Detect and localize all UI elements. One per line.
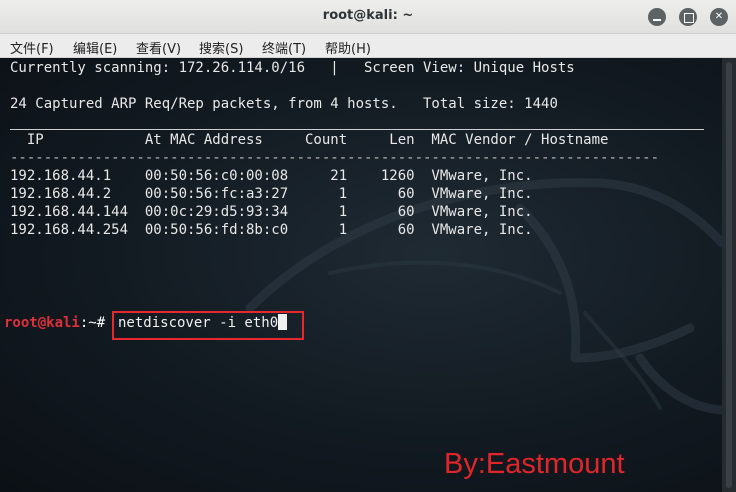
command-input[interactable]: netdiscover -i eth0: [118, 314, 288, 332]
capture-summary-line: 24 Captured ARP Req/Rep packets, from 4 …: [10, 96, 558, 112]
author-watermark: By:Eastmount: [444, 448, 625, 480]
menu-edit[interactable]: 编辑(E): [73, 38, 117, 57]
menu-file[interactable]: 文件(F): [10, 38, 54, 57]
text-cursor: [278, 314, 288, 330]
scan-status-line: Currently scanning: 172.26.114.0/16 | Sc…: [10, 60, 575, 76]
table-row: 192.168.44.144 00:0c:29:d5:93:34 1 60 VM…: [10, 204, 533, 220]
scrollbar-thumb[interactable]: [726, 62, 732, 488]
prompt-path: ~#: [88, 315, 106, 331]
prompt-user-host: root@kali: [4, 315, 80, 331]
maximize-icon[interactable]: [679, 8, 697, 26]
close-icon[interactable]: ✕: [710, 8, 728, 26]
menu-help[interactable]: 帮助(H): [325, 38, 371, 57]
terminal-scrollbar[interactable]: [722, 58, 736, 492]
header-dash-divider: ----------------------------------------…: [10, 150, 660, 166]
command-text: netdiscover -i eth0: [118, 315, 279, 331]
kali-dragon-background: [245, 178, 722, 415]
menu-bar: 文件(F) 编辑(E) 查看(V) 搜索(S) 终端(T) 帮助(H): [0, 34, 736, 58]
menu-terminal[interactable]: 终端(T): [262, 38, 306, 57]
title-bar[interactable]: root@kali: ~ ✕: [0, 0, 736, 34]
menu-search[interactable]: 搜索(S): [199, 38, 243, 57]
menu-view[interactable]: 查看(V): [136, 38, 181, 57]
table-row: 192.168.44.2 00:50:56:fc:a3:27 1 60 VMwa…: [10, 186, 533, 202]
minimize-icon[interactable]: [648, 8, 666, 26]
shell-prompt: root@kali:~#: [4, 314, 105, 332]
table-header: IP At MAC Address Count Len MAC Vendor /…: [10, 132, 609, 148]
terminal-window: root@kali: ~ ✕ 文件(F) 编辑(E) 查看(V) 搜索(S) 终…: [0, 0, 736, 492]
terminal-area[interactable]: Currently scanning: 172.26.114.0/16 | Sc…: [0, 58, 722, 492]
table-row: 192.168.44.1 00:50:56:c0:00:08 21 1260 V…: [10, 168, 533, 184]
window-title: root@kali: ~: [322, 8, 414, 23]
table-row: 192.168.44.254 00:50:56:fd:8b:c0 1 60 VM…: [10, 222, 533, 238]
header-top-rule: [10, 129, 704, 130]
